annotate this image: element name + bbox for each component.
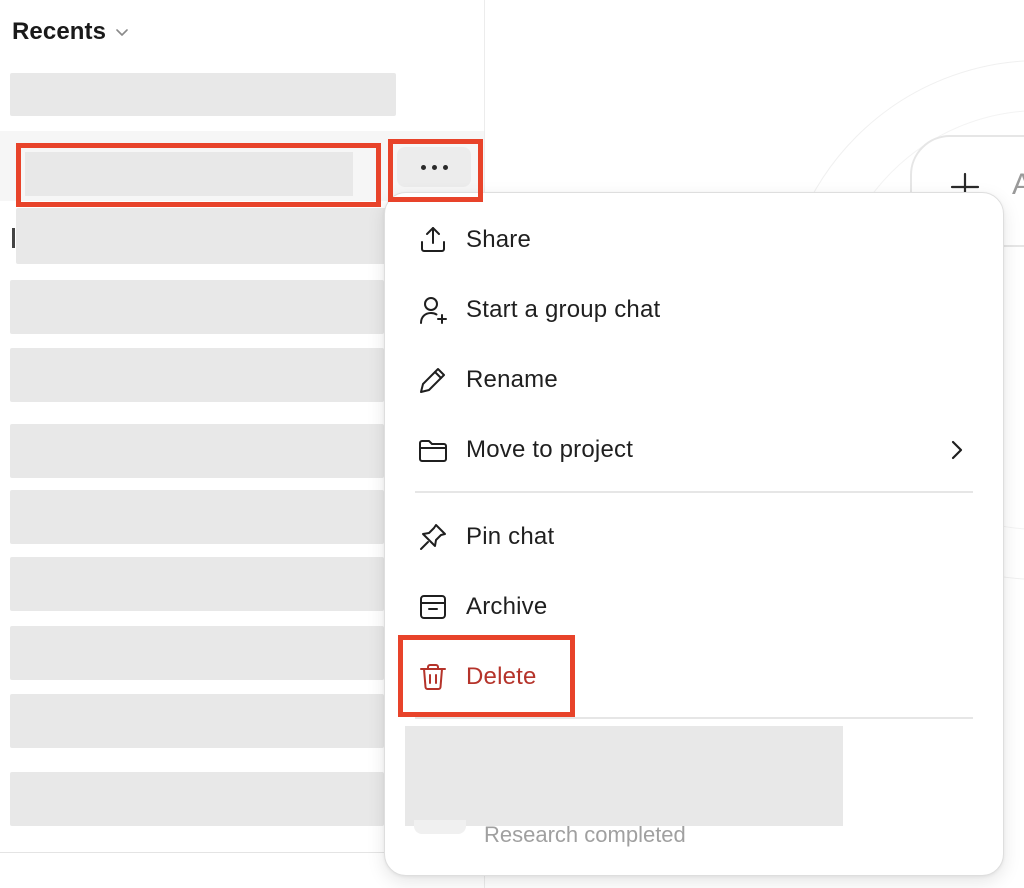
chat-more-options-button[interactable] [397, 147, 471, 187]
menu-item-label: Move to project [466, 436, 634, 463]
chat-list-item[interactable] [10, 280, 384, 334]
redacted-content [405, 726, 843, 826]
share-icon [415, 222, 451, 258]
footer-status-text: Research completed [484, 822, 686, 847]
chat-list-item[interactable] [10, 73, 396, 116]
chat-list-item[interactable] [10, 490, 384, 544]
menu-item-move-to-project[interactable]: Move to project [415, 422, 975, 478]
folder-icon [415, 432, 451, 468]
menu-item-share[interactable]: Share [415, 212, 975, 268]
menu-item-label: Archive [466, 593, 548, 620]
menu-item-start-group-chat[interactable]: Start a group chat [415, 282, 975, 338]
menu-item-label: Delete [466, 663, 537, 690]
more-horizontal-icon [420, 164, 426, 170]
menu-item-label: Pin chat [466, 523, 555, 550]
menu-item-label: Rename [466, 366, 558, 393]
chat-title-redacted [25, 152, 353, 196]
add-user-icon [415, 292, 451, 328]
menu-item-delete[interactable]: Delete [415, 649, 975, 705]
pin-icon [415, 519, 451, 555]
chat-list-item[interactable] [16, 208, 390, 264]
menu-item-label: Share [466, 226, 532, 253]
chat-list-item[interactable] [10, 772, 384, 826]
chevron-right-icon [951, 440, 963, 460]
chat-list-item[interactable] [10, 348, 384, 402]
chat-list-item[interactable] [10, 626, 384, 680]
archive-icon [415, 589, 451, 625]
status-chip [414, 820, 466, 834]
chevron-down-icon [116, 29, 128, 36]
recents-header[interactable]: Recents [12, 16, 130, 48]
chat-input-placeholder: A [1012, 168, 1024, 201]
app-window: A Recents Share Start a group chat Renam… [0, 0, 1024, 888]
menu-item-archive[interactable]: Archive [415, 579, 975, 635]
chat-list-item[interactable] [10, 694, 384, 748]
chat-list-item[interactable] [10, 424, 384, 478]
menu-item-rename[interactable]: Rename [415, 352, 975, 408]
trash-icon [415, 659, 451, 695]
list-indicator [12, 228, 15, 248]
chat-list-item[interactable] [10, 557, 384, 611]
pencil-icon [415, 362, 451, 398]
menu-separator [415, 491, 973, 493]
menu-item-pin-chat[interactable]: Pin chat [415, 509, 975, 565]
recents-title: Recents [12, 18, 107, 45]
menu-item-label: Start a group chat [466, 296, 661, 323]
menu-separator [415, 717, 973, 719]
